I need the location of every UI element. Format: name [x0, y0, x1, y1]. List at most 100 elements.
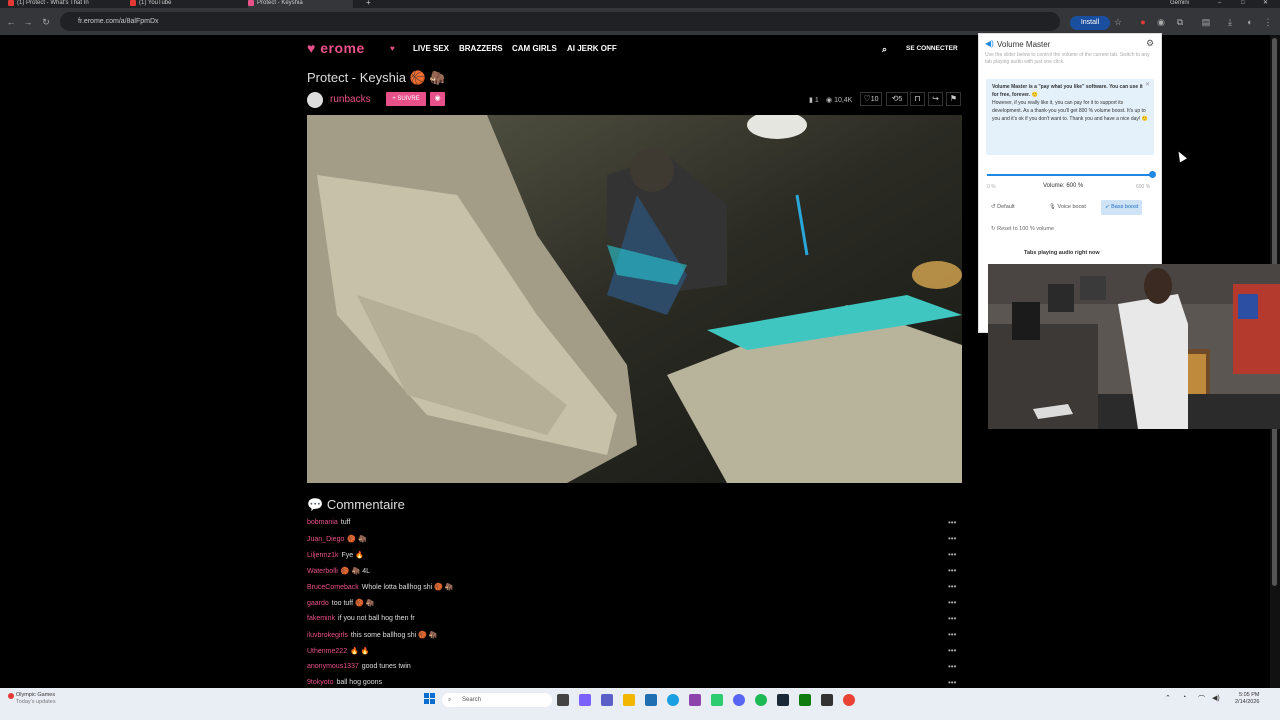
video-player[interactable] — [307, 115, 962, 483]
forward-icon[interactable]: → — [20, 14, 36, 30]
steam-icon[interactable] — [777, 694, 789, 706]
youtube-icon — [130, 0, 136, 6]
comment-user[interactable]: iluvbrokegirls — [307, 632, 348, 639]
comment-menu-icon[interactable]: ••• — [948, 646, 956, 655]
new-tab-button[interactable]: + — [366, 0, 374, 8]
comment-menu-icon[interactable]: ••• — [948, 534, 956, 543]
heart-outline-icon: ♡ — [863, 94, 871, 103]
gemini-button[interactable]: Gemini — [1170, 0, 1200, 8]
app-icon[interactable] — [689, 694, 701, 706]
app-icon[interactable] — [711, 694, 723, 706]
file-explorer-icon[interactable] — [623, 694, 635, 706]
comment-menu-icon[interactable]: ••• — [948, 662, 956, 671]
comment-menu-icon[interactable]: ••• — [948, 518, 956, 527]
nav-live-sex[interactable]: LIVE SEX — [413, 44, 449, 53]
store-icon[interactable] — [645, 694, 657, 706]
url-field[interactable]: fr.erome.com/a/8alFpmDx — [60, 12, 1060, 31]
comment-menu-icon[interactable]: ••• — [948, 582, 956, 591]
bookmark-icon[interactable]: ⊓ — [910, 92, 925, 106]
browser-tab-active[interactable]: Protect - Keyshia — [248, 0, 353, 8]
like-button[interactable]: ♡10 — [860, 92, 882, 106]
comment-user[interactable]: Uthenme222 — [307, 648, 347, 655]
site-logo[interactable]: ♥ erome — [307, 40, 365, 56]
nav-ai-jerk-off[interactable]: AI JERK OFF — [567, 44, 617, 53]
comment-menu-icon[interactable]: ••• — [948, 550, 956, 559]
comment-item: Uthenme222 🔥 🔥 — [307, 648, 370, 655]
bookmark-star-icon[interactable]: ☆ — [1110, 14, 1126, 30]
volume-slider-track[interactable] — [987, 174, 1153, 176]
comment-user[interactable]: gaardo — [307, 600, 329, 607]
default-button[interactable]: ↺ Default — [987, 200, 1019, 215]
comment-user[interactable]: bobmania — [307, 519, 338, 526]
avatar[interactable] — [307, 92, 323, 108]
follow-button[interactable]: + SUIVRE — [386, 92, 426, 106]
comment-user[interactable]: BruceComeback — [307, 584, 359, 591]
watch-icon[interactable]: ◉ — [430, 92, 445, 106]
login-link[interactable]: SE CONNECTER — [906, 45, 958, 52]
maximize-icon[interactable]: □ — [1241, 0, 1249, 8]
xbox-icon[interactable] — [799, 694, 811, 706]
sidebar-icon[interactable]: ▤ — [1198, 14, 1214, 30]
comment-menu-icon[interactable]: ••• — [948, 630, 956, 639]
spotify-icon[interactable] — [755, 694, 767, 706]
reset-volume-link[interactable]: ↻ Reset to 100 % volume — [991, 226, 1054, 232]
comment-user[interactable]: 9tokyoto — [307, 679, 333, 686]
install-button[interactable]: Install — [1070, 16, 1110, 30]
browser-tab[interactable]: (1) YouTube — [130, 0, 230, 8]
comment-user[interactable]: anonymous1337 — [307, 663, 359, 670]
comment-item: fakemink if you not ball hog then fr — [307, 615, 415, 622]
comment-user[interactable]: fakemink — [307, 615, 335, 622]
taskbar-clock[interactable]: 5:05 PM 2/14/2026 — [1235, 692, 1259, 706]
windows-start-icon[interactable] — [424, 693, 436, 705]
extension-icon[interactable]: ● — [1135, 14, 1151, 30]
repost-button[interactable]: ⟲5 — [886, 92, 908, 106]
comment-menu-icon[interactable]: ••• — [948, 598, 956, 607]
browser-tab[interactable]: (1) Protect - What's That In — [8, 0, 118, 8]
reload-icon[interactable]: ↻ — [38, 14, 54, 30]
profile-icon[interactable]: ◐ — [1242, 14, 1258, 30]
voice-boost-button[interactable]: 🎙 Voice boost — [1045, 200, 1090, 215]
download-icon[interactable]: ⤓ — [1222, 14, 1238, 30]
search-icon[interactable]: ⌕ — [882, 44, 887, 55]
wifi-icon[interactable]: ⌒ — [1198, 694, 1205, 704]
comment-user[interactable]: Juan_Diego — [307, 536, 344, 543]
comment-menu-icon[interactable]: ••• — [948, 614, 956, 623]
nav-brazzers[interactable]: BRAZZERS — [459, 44, 503, 53]
discord-icon[interactable] — [733, 694, 745, 706]
chrome-icon[interactable] — [843, 694, 855, 706]
settings-gear-icon[interactable]: ⚙ — [1146, 38, 1154, 49]
task-view-icon[interactable] — [557, 694, 569, 706]
comment-user[interactable]: Liljermz1k — [307, 552, 339, 559]
bass-boost-button[interactable]: ➶ Bass boost — [1101, 200, 1143, 215]
close-icon[interactable]: ✕ — [1263, 0, 1271, 8]
report-flag-icon[interactable]: ⚑ — [946, 92, 961, 106]
weather-widget[interactable]: Olympic Games Today's updates — [16, 692, 56, 706]
close-notice-icon[interactable]: ✕ — [1145, 81, 1150, 89]
extensions-puzzle-icon[interactable]: ⧉ — [1172, 14, 1188, 30]
taskbar-search[interactable]: ⌕ Search — [442, 693, 552, 707]
edge-icon[interactable] — [667, 694, 679, 706]
share-icon[interactable]: ↪ — [928, 92, 943, 106]
windows-taskbar: Olympic Games Today's updates ⌕ Search ⌃ … — [0, 688, 1280, 720]
album-title: Protect - Keyshia 🏀 🦣 — [307, 70, 446, 85]
rocket-icon: ➶ — [1105, 204, 1110, 210]
network-icon[interactable]: ◔ — [1182, 694, 1186, 701]
username-link[interactable]: runbacks — [330, 94, 371, 105]
menu-icon[interactable]: ⋮ — [1260, 14, 1276, 30]
comment-menu-icon[interactable]: ••• — [948, 678, 956, 687]
teams-icon[interactable] — [601, 694, 613, 706]
volume-slider-handle[interactable] — [1149, 171, 1156, 178]
volume-master-icon[interactable]: ◉ — [1153, 14, 1169, 30]
popup-subtitle: Use the slider below to control the volu… — [985, 52, 1150, 65]
minimize-icon[interactable]: – — [1218, 0, 1226, 8]
copilot-icon[interactable] — [579, 694, 591, 706]
app-icon[interactable] — [821, 694, 833, 706]
tray-chevron-icon[interactable]: ⌃ — [1165, 694, 1171, 702]
back-icon[interactable]: ← — [3, 14, 19, 30]
comment-menu-icon[interactable]: ••• — [948, 566, 956, 575]
comment-user[interactable]: Waterbolli — [307, 568, 338, 575]
comment-item: Waterbolli 🏀 🦣 4L — [307, 568, 370, 575]
speaker-icon[interactable]: ◀) — [1212, 694, 1220, 702]
nav-cam-girls[interactable]: CAM GIRLS — [512, 44, 557, 53]
video-count-stat: ▮ 1 — [809, 97, 819, 104]
